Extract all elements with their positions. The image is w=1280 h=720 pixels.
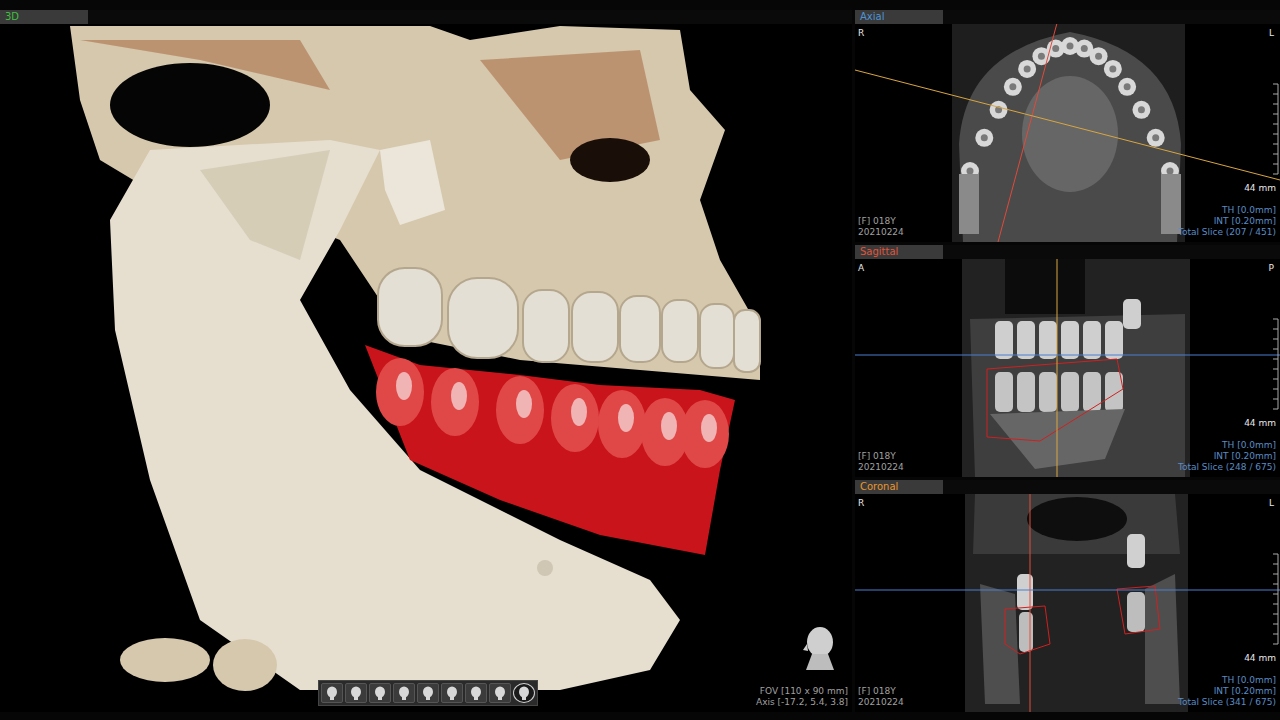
view-canvas[interactable]: R L [F] 018Y20210224 44 mm TH [0.0mm]INT [0… [855, 494, 1280, 712]
head-icon [492, 685, 508, 701]
render-info: FOV [110 x 90 mm]Axis [-17.2, 5.4, 3.8] [756, 686, 848, 708]
slice-info: 44 mm TH [0.0mm]INT [0.20mm]Total Slice … [1178, 418, 1276, 473]
orientation-left: R [858, 498, 864, 509]
view-preset-button[interactable] [393, 683, 415, 703]
view-header: Coronal [855, 480, 1280, 494]
head-icon [372, 685, 388, 701]
head-icon [444, 685, 460, 701]
view-canvas[interactable]: A P [F] 018Y20210224 44 mm TH [0.0mm]INT [0… [855, 259, 1280, 477]
view-canvas[interactable]: FOV [110 x 90 mm]Axis [-17.2, 5.4, 3.8] [0, 24, 852, 712]
head-icon [516, 685, 532, 701]
head-icon [348, 685, 364, 701]
view-header: Axial [855, 10, 1280, 24]
viewer-screen: 3D FOV [110 x 90 mm]Axis [-17.2, 5.4, 3.8… [0, 0, 1280, 720]
slice-info: 44 mm TH [0.0mm]INT [0.20mm]Total Slice … [1178, 653, 1276, 708]
scan-image[interactable] [855, 24, 1280, 242]
slice-views: Axial R L [F] 018Y20210224 44 mm TH [0.0mm]I… [855, 10, 1280, 712]
view-preset-button[interactable] [489, 683, 511, 703]
view-header: 3D [0, 10, 852, 24]
head-icon [396, 685, 412, 701]
view-canvas[interactable]: R L [F] 018Y20210224 44 mm TH [0.0mm]INT [0… [855, 24, 1280, 242]
view-preset-button[interactable] [369, 683, 391, 703]
view-tab[interactable]: 3D [0, 10, 88, 24]
orientation-right: L [1269, 28, 1274, 39]
view-preset-button[interactable] [465, 683, 487, 703]
patient-info: [F] 018Y20210224 [858, 216, 904, 238]
slice-info: 44 mm TH [0.0mm]INT [0.20mm]Total Slice … [1178, 183, 1276, 238]
head-icon [468, 685, 484, 701]
orientation-left: R [858, 28, 864, 39]
patient-info: [F] 018Y20210224 [858, 686, 904, 708]
view-preset-button[interactable] [513, 683, 535, 703]
skull-3d-render[interactable] [0, 24, 852, 712]
view-tab[interactable]: Coronal [855, 480, 943, 494]
orientation-right: L [1269, 498, 1274, 509]
sagittal-view: Sagittal A P [F] 018Y20210224 44 mm TH [0.0m… [855, 245, 1280, 477]
orientation-right: P [1269, 263, 1274, 274]
scan-image[interactable] [855, 259, 1280, 477]
coronal-view: Coronal R L [F] 018Y20210224 44 mm TH [0.0mm… [855, 480, 1280, 712]
view-preset-button[interactable] [321, 683, 343, 703]
view-header: Sagittal [855, 245, 1280, 259]
view-preset-button[interactable] [417, 683, 439, 703]
3d-view: 3D FOV [110 x 90 mm]Axis [-17.2, 5.4, 3.8… [0, 10, 852, 712]
view-tab[interactable]: Axial [855, 10, 943, 24]
orientation-head-icon[interactable] [798, 624, 842, 672]
view-preset-button[interactable] [441, 683, 463, 703]
patient-info: [F] 018Y20210224 [858, 451, 904, 473]
view-preset-button[interactable] [345, 683, 367, 703]
scan-image[interactable] [855, 494, 1280, 712]
view-tab[interactable]: Sagittal [855, 245, 943, 259]
head-icon [324, 685, 340, 701]
orientation-left: A [858, 263, 864, 274]
head-icon [420, 685, 436, 701]
view-preset-toolbar [318, 680, 538, 706]
axial-view: Axial R L [F] 018Y20210224 44 mm TH [0.0mm]I… [855, 10, 1280, 242]
